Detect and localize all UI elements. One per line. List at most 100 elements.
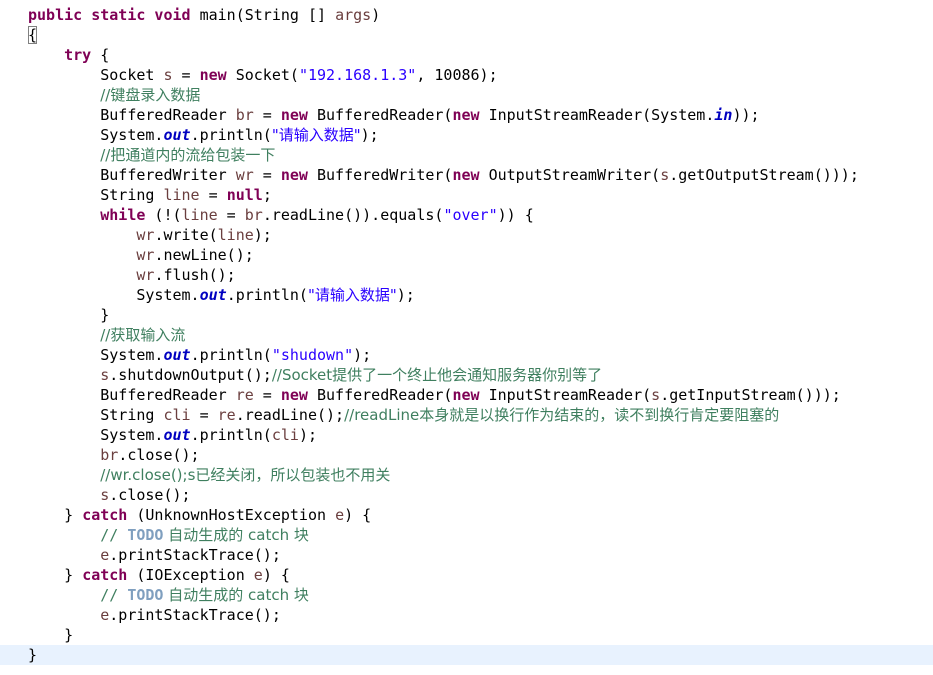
code-line[interactable]: //键盘录入数据	[0, 85, 933, 105]
code-token: s	[651, 386, 661, 404]
code-token: =	[253, 386, 281, 404]
code-line[interactable]: System.out.println("请输入数据");	[0, 285, 933, 305]
code-line[interactable]: try {	[0, 45, 933, 65]
code-token: {	[28, 26, 38, 44]
code-token: =	[217, 206, 245, 224]
code-token: cli	[163, 406, 191, 424]
code-line[interactable]: BufferedReader br = new BufferedReader(n…	[0, 105, 933, 125]
code-editor[interactable]: public static void main(String [] args){…	[0, 0, 933, 675]
code-line[interactable]: Socket s = new Socket("192.168.1.3", 100…	[0, 65, 933, 85]
code-line[interactable]: } catch (UnknownHostException e) {	[0, 505, 933, 525]
code-token: .readLine()).equals(	[262, 206, 444, 224]
code-token: =	[199, 186, 227, 204]
code-token: s	[100, 366, 110, 384]
code-line[interactable]: wr.write(line);	[0, 225, 933, 245]
code-line[interactable]: String line = null;	[0, 185, 933, 205]
code-token: new	[452, 386, 480, 404]
code-token: //键盘录入数据	[100, 86, 201, 104]
code-line[interactable]: //wr.close();s已经关闭，所以包装也不用关	[0, 465, 933, 485]
code-token: TODO	[127, 526, 164, 544]
code-line[interactable]: // TODO 自动生成的 catch 块	[0, 585, 933, 605]
code-line[interactable]: s.shutdownOutput();//Socket提供了一个终止他会通知服务…	[0, 365, 933, 385]
code-token: re	[217, 406, 236, 424]
code-token: wr	[136, 226, 155, 244]
code-line[interactable]: BufferedReader re = new BufferedReader(n…	[0, 385, 933, 405]
code-token: .println(	[226, 286, 308, 304]
code-token: .getOutputStream()));	[669, 166, 859, 184]
code-token: .println(	[190, 346, 272, 364]
code-line[interactable]: //把通道内的流给包装一下	[0, 145, 933, 165]
code-line[interactable]: wr.newLine();	[0, 245, 933, 265]
code-line[interactable]: }	[0, 645, 933, 665]
code-token: .newLine();	[154, 246, 254, 264]
code-token: InputStreamReader(System.	[479, 106, 715, 124]
code-token: args	[335, 6, 372, 24]
code-token: }	[28, 506, 83, 524]
code-line[interactable]: s.close();	[0, 485, 933, 505]
code-token: out	[163, 426, 191, 444]
code-token: (UnknownHostException	[127, 506, 336, 524]
code-token: s	[163, 66, 173, 84]
code-line[interactable]: //获取输入流	[0, 325, 933, 345]
code-token: BufferedReader	[28, 386, 236, 404]
code-token: TODO	[127, 586, 164, 604]
code-token: 自动生成的 catch 块	[163, 526, 309, 544]
code-token: new	[280, 106, 308, 124]
code-line[interactable]: wr.flush();	[0, 265, 933, 285]
code-token: //把通道内的流给包装一下	[100, 146, 276, 164]
code-token: in	[714, 106, 733, 124]
code-token: System.	[28, 426, 164, 444]
code-token: e	[100, 546, 110, 564]
code-token: while	[100, 206, 146, 224]
code-token: new	[452, 106, 480, 124]
code-line[interactable]: {	[0, 25, 933, 45]
code-token: ));	[732, 106, 760, 124]
code-line[interactable]: while (!(line = br.readLine()).equals("o…	[0, 205, 933, 225]
code-token: wr	[136, 266, 155, 284]
code-token: BufferedReader(	[307, 106, 453, 124]
code-token: System.	[28, 286, 200, 304]
code-token: //readLine本身就是以换行作为结束的，读不到换行肯定要阻塞的	[344, 406, 780, 424]
code-token: s	[660, 166, 670, 184]
code-token: "请输入数据"	[271, 126, 361, 144]
code-line[interactable]: e.printStackTrace();	[0, 605, 933, 625]
code-token: .flush();	[154, 266, 236, 284]
code-line[interactable]: System.out.println(cli);	[0, 425, 933, 445]
code-token: br	[244, 206, 263, 224]
code-token: new	[452, 166, 480, 184]
code-token: //wr.close();s已经关闭，所以包装也不用关	[100, 466, 391, 484]
code-line[interactable]: e.printStackTrace();	[0, 545, 933, 565]
code-token: .readLine();	[235, 406, 345, 424]
code-line[interactable]: br.close();	[0, 445, 933, 465]
code-token: );	[253, 226, 272, 244]
code-token: String	[28, 186, 164, 204]
code-line[interactable]: public static void main(String [] args)	[0, 5, 933, 25]
code-token: Socket(	[226, 66, 299, 84]
code-line[interactable]: }	[0, 625, 933, 645]
code-token: br	[235, 106, 254, 124]
code-line[interactable]: String cli = re.readLine();//readLine本身就…	[0, 405, 933, 425]
code-line[interactable]: // TODO 自动生成的 catch 块	[0, 525, 933, 545]
code-token: );	[298, 426, 317, 444]
code-token: BufferedWriter(	[307, 166, 453, 184]
code-token: "192.168.1.3"	[298, 66, 417, 84]
code-line[interactable]: System.out.println("请输入数据");	[0, 125, 933, 145]
code-token: .println(	[190, 426, 272, 444]
code-token: BufferedReader	[28, 106, 236, 124]
code-line[interactable]: System.out.println("shudown");	[0, 345, 933, 365]
code-line[interactable]: BufferedWriter wr = new BufferedWriter(n…	[0, 165, 933, 185]
code-line[interactable]: } catch (IOException e) {	[0, 565, 933, 585]
code-token: new	[199, 66, 227, 84]
code-token: =	[253, 106, 281, 124]
code-token: }	[28, 306, 110, 324]
code-line[interactable]: }	[0, 305, 933, 325]
code-token: new	[280, 386, 308, 404]
code-token: System.	[28, 126, 164, 144]
